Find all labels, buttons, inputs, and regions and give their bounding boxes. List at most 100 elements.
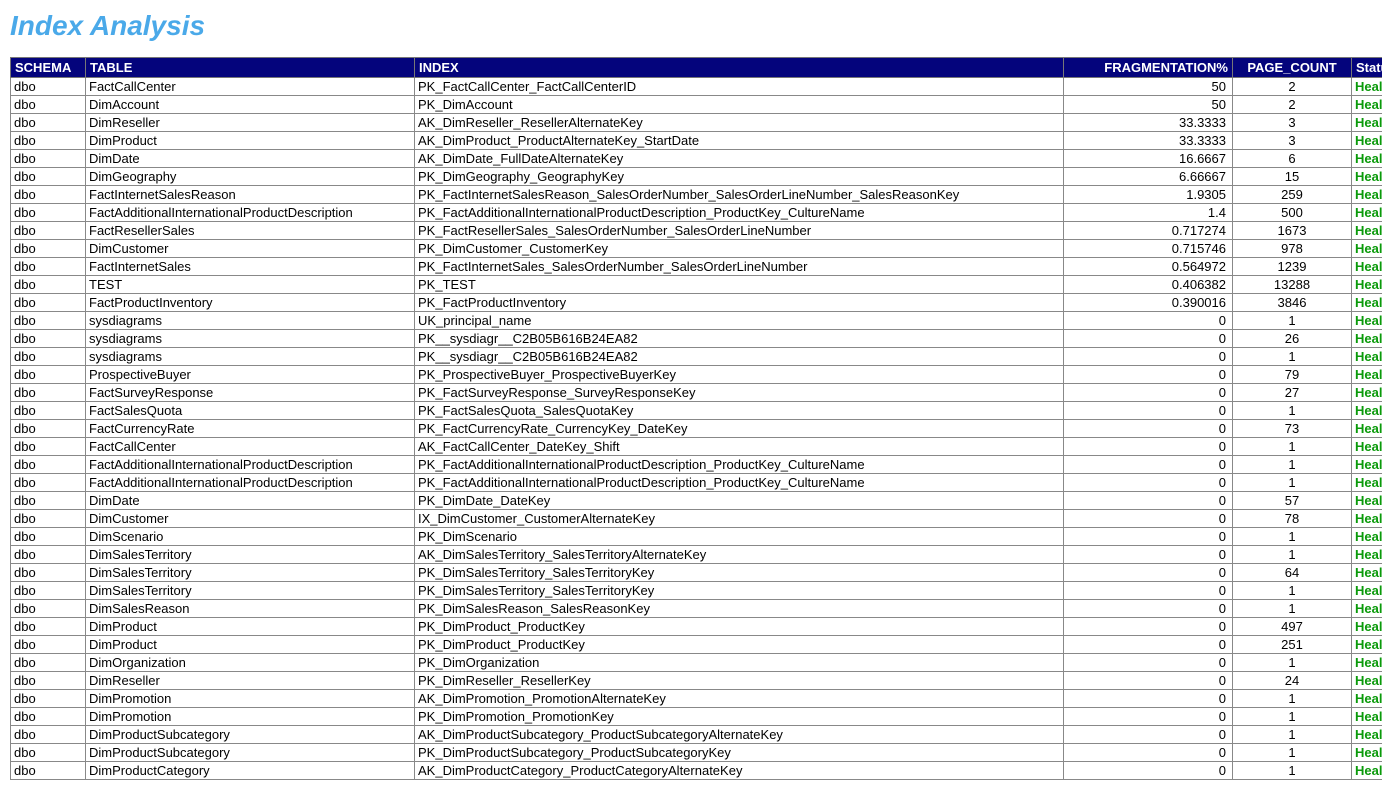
cell-schema: dbo	[11, 672, 86, 690]
cell-fragmentation: 0	[1064, 618, 1233, 636]
table-row: dboFactCallCenterAK_FactCallCenter_DateK…	[11, 438, 1382, 456]
cell-table: DimPromotion	[86, 690, 415, 708]
cell-table: FactProductInventory	[86, 294, 415, 312]
index-analysis-table: SCHEMA TABLE INDEX FRAGMENTATION% PAGE_C…	[10, 57, 1382, 780]
cell-page-count: 978	[1233, 240, 1352, 258]
cell-fragmentation: 0	[1064, 384, 1233, 402]
cell-fragmentation: 1.4	[1064, 204, 1233, 222]
cell-index: PK_DimCustomer_CustomerKey	[415, 240, 1064, 258]
cell-table: DimAccount	[86, 96, 415, 114]
cell-fragmentation: 0	[1064, 492, 1233, 510]
cell-schema: dbo	[11, 708, 86, 726]
cell-status: Healthy	[1352, 96, 1382, 114]
cell-page-count: 1	[1233, 744, 1352, 762]
cell-fragmentation: 0.715746	[1064, 240, 1233, 258]
table-row: dboFactSalesQuotaPK_FactSalesQuota_Sales…	[11, 402, 1382, 420]
table-row: dboDimCustomerIX_DimCustomer_CustomerAlt…	[11, 510, 1382, 528]
cell-index: PK_DimDate_DateKey	[415, 492, 1064, 510]
table-row: dbosysdiagramsPK__sysdiagr__C2B05B616B24…	[11, 348, 1382, 366]
cell-table: FactSurveyResponse	[86, 384, 415, 402]
cell-page-count: 1	[1233, 654, 1352, 672]
table-row: dboDimProductSubcategoryPK_DimProductSub…	[11, 744, 1382, 762]
cell-status: Healthy	[1352, 258, 1382, 276]
table-row: dboFactProductInventoryPK_FactProductInv…	[11, 294, 1382, 312]
cell-index: PK_FactInternetSales_SalesOrderNumber_Sa…	[415, 258, 1064, 276]
cell-index: PK_DimScenario	[415, 528, 1064, 546]
table-row: dboDimPromotionPK_DimPromotion_Promotion…	[11, 708, 1382, 726]
cell-schema: dbo	[11, 420, 86, 438]
table-row: dboTESTPK_TEST0.40638213288Healthy	[11, 276, 1382, 294]
cell-fragmentation: 0.564972	[1064, 258, 1233, 276]
cell-table: sysdiagrams	[86, 348, 415, 366]
table-row: dboDimProductSubcategoryAK_DimProductSub…	[11, 726, 1382, 744]
cell-page-count: 259	[1233, 186, 1352, 204]
cell-fragmentation: 0	[1064, 312, 1233, 330]
cell-fragmentation: 0.717274	[1064, 222, 1233, 240]
cell-index: PK_DimReseller_ResellerKey	[415, 672, 1064, 690]
cell-table: FactResellerSales	[86, 222, 415, 240]
cell-schema: dbo	[11, 762, 86, 780]
cell-schema: dbo	[11, 186, 86, 204]
table-row: dboDimResellerAK_DimReseller_ResellerAlt…	[11, 114, 1382, 132]
col-header-table: TABLE	[86, 58, 415, 78]
cell-status: Healthy	[1352, 276, 1382, 294]
cell-status: Healthy	[1352, 402, 1382, 420]
cell-table: DimGeography	[86, 168, 415, 186]
col-header-index: INDEX	[415, 58, 1064, 78]
cell-status: Healthy	[1352, 762, 1382, 780]
cell-index: PK__sysdiagr__C2B05B616B24EA82	[415, 330, 1064, 348]
table-row: dboDimProductAK_DimProduct_ProductAltern…	[11, 132, 1382, 150]
col-header-page-count: PAGE_COUNT	[1233, 58, 1352, 78]
cell-schema: dbo	[11, 546, 86, 564]
cell-page-count: 79	[1233, 366, 1352, 384]
cell-index: PK_FactResellerSales_SalesOrderNumber_Sa…	[415, 222, 1064, 240]
table-row: dboFactCallCenterPK_FactCallCenter_FactC…	[11, 78, 1382, 96]
cell-table: FactInternetSales	[86, 258, 415, 276]
cell-table: DimDate	[86, 492, 415, 510]
table-row: dboDimGeographyPK_DimGeography_Geography…	[11, 168, 1382, 186]
cell-schema: dbo	[11, 474, 86, 492]
cell-status: Healthy	[1352, 744, 1382, 762]
cell-index: AK_DimReseller_ResellerAlternateKey	[415, 114, 1064, 132]
table-row: dboDimDatePK_DimDate_DateKey057Healthy	[11, 492, 1382, 510]
cell-page-count: 13288	[1233, 276, 1352, 294]
table-row: dboDimDateAK_DimDate_FullDateAlternateKe…	[11, 150, 1382, 168]
cell-index: PK_FactInternetSalesReason_SalesOrderNum…	[415, 186, 1064, 204]
cell-page-count: 1	[1233, 348, 1352, 366]
cell-table: FactCallCenter	[86, 438, 415, 456]
cell-index: PK_DimProduct_ProductKey	[415, 636, 1064, 654]
cell-table: DimSalesReason	[86, 600, 415, 618]
cell-page-count: 73	[1233, 420, 1352, 438]
cell-schema: dbo	[11, 564, 86, 582]
cell-fragmentation: 0.390016	[1064, 294, 1233, 312]
cell-index: PK_FactCurrencyRate_CurrencyKey_DateKey	[415, 420, 1064, 438]
cell-fragmentation: 33.3333	[1064, 114, 1233, 132]
cell-fragmentation: 50	[1064, 96, 1233, 114]
cell-index: PK_DimPromotion_PromotionKey	[415, 708, 1064, 726]
table-row: dbosysdiagramsUK_principal_name01Healthy	[11, 312, 1382, 330]
cell-page-count: 1673	[1233, 222, 1352, 240]
cell-fragmentation: 0	[1064, 546, 1233, 564]
cell-page-count: 1	[1233, 474, 1352, 492]
cell-status: Healthy	[1352, 132, 1382, 150]
cell-schema: dbo	[11, 240, 86, 258]
cell-fragmentation: 50	[1064, 78, 1233, 96]
cell-schema: dbo	[11, 348, 86, 366]
table-row: dboDimProductPK_DimProduct_ProductKey025…	[11, 636, 1382, 654]
cell-table: DimSalesTerritory	[86, 564, 415, 582]
cell-page-count: 1	[1233, 312, 1352, 330]
cell-status: Healthy	[1352, 78, 1382, 96]
cell-fragmentation: 0	[1064, 366, 1233, 384]
cell-status: Healthy	[1352, 456, 1382, 474]
cell-table: sysdiagrams	[86, 330, 415, 348]
cell-schema: dbo	[11, 654, 86, 672]
cell-status: Healthy	[1352, 222, 1382, 240]
cell-fragmentation: 0	[1064, 690, 1233, 708]
cell-table: DimProductSubcategory	[86, 744, 415, 762]
cell-table: DimReseller	[86, 672, 415, 690]
cell-fragmentation: 0	[1064, 348, 1233, 366]
cell-page-count: 1	[1233, 726, 1352, 744]
cell-status: Healthy	[1352, 708, 1382, 726]
cell-index: PK_DimSalesTerritory_SalesTerritoryKey	[415, 564, 1064, 582]
table-row: dboDimSalesTerritoryPK_DimSalesTerritory…	[11, 582, 1382, 600]
